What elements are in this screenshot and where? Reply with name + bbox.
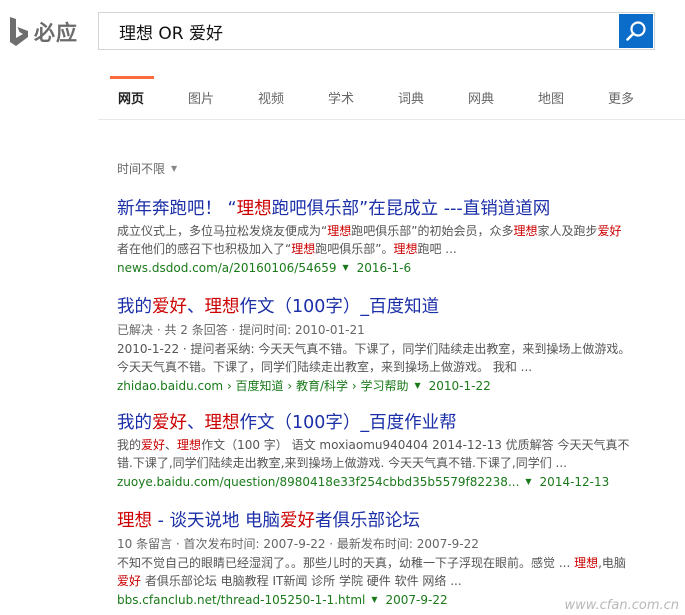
- result-snippet: 成立仪式上，多位马拉松发烧友便成为“理想跑吧俱乐部”的初始会员，众多理想家人及跑…: [117, 222, 637, 258]
- highlighted-keyword: 理想: [574, 556, 599, 570]
- result-title-link[interactable]: 我的爱好、理想作文（100字）_百度作业帮: [117, 412, 637, 434]
- text-segment: 我的: [117, 413, 152, 433]
- result-url[interactable]: bbs.cfanclub.net/thread-105250-1-1.html: [117, 592, 365, 608]
- highlighted-keyword: 爱好: [152, 413, 187, 433]
- time-filter-dropdown[interactable]: 时间不限 ▼: [117, 160, 177, 177]
- text-segment: 我的: [117, 438, 142, 452]
- bing-logo[interactable]: 必应: [8, 12, 78, 52]
- text-segment: 跑吧俱乐部”在昆成立 ---直销道道网: [271, 199, 551, 219]
- result-url[interactable]: zuoye.baidu.com/question/8980418e33f254c…: [117, 474, 519, 490]
- highlighted-keyword: 爱好: [141, 438, 166, 452]
- tab-web[interactable]: 网页: [118, 88, 144, 107]
- result-title-link[interactable]: 我的爱好、理想作文（100字）_百度知道: [117, 296, 637, 318]
- text-segment: - 谈天说地 电脑: [152, 511, 281, 531]
- bing-b-icon: [10, 17, 28, 46]
- highlighted-keyword: 理想: [177, 438, 202, 452]
- result-url[interactable]: zhidao.baidu.com › 百度知道 › 教育/科学 › 学习帮助: [117, 378, 408, 394]
- tab-more[interactable]: 更多: [608, 88, 634, 107]
- highlighted-keyword: 理想: [117, 511, 152, 531]
- tab-videos[interactable]: 视频: [258, 88, 284, 107]
- caret-down-icon: ▼: [171, 164, 178, 173]
- text-segment: 作文（100字）_百度知道: [239, 297, 440, 317]
- result-url-line: news.dsdod.com/a/20160106/54659 ▼ 2016-1…: [117, 260, 637, 276]
- search-result: 理想 - 谈天说地 电脑爱好者俱乐部论坛 10 条留言 · 首次发布时间: 20…: [117, 510, 637, 608]
- result-snippet: 我的爱好、理想作文（100 字） 语文 moxiaomu940404 2014-…: [117, 436, 637, 472]
- text-segment: 、: [187, 297, 205, 317]
- text-segment: 作文（100字）_百度作业帮: [239, 413, 457, 433]
- text-segment: 新年奔跑吧！ “: [117, 199, 237, 219]
- result-date: 2010-1-22: [428, 379, 491, 393]
- time-filter-label: 时间不限: [117, 162, 166, 176]
- text-segment: 、: [165, 438, 178, 452]
- search-box: [98, 12, 655, 50]
- result-snippet: 不知不觉自己的眼睛已经湿润了。。那些儿时的天真，幼稚一下子浮现在眼前。感觉 ..…: [117, 554, 637, 590]
- text-segment: 者在他们的感召下也积极加入了“: [117, 242, 292, 256]
- tabs-divider: [98, 119, 685, 120]
- search-result: 新年奔跑吧！ “理想跑吧俱乐部”在昆成立 ---直销道道网 成立仪式上，多位马拉…: [117, 198, 637, 276]
- result-title-link[interactable]: 新年奔跑吧！ “理想跑吧俱乐部”在昆成立 ---直销道道网: [117, 198, 637, 220]
- highlighted-keyword: 爱好: [597, 224, 622, 238]
- caret-down-icon[interactable]: ▼: [414, 378, 420, 394]
- text-segment: 者俱乐部论坛: [315, 511, 421, 531]
- result-title-link[interactable]: 理想 - 谈天说地 电脑爱好者俱乐部论坛: [117, 510, 637, 532]
- caret-down-icon[interactable]: ▼: [371, 592, 377, 608]
- text-segment: 跑吧俱乐部”的初始会员，众多: [351, 224, 514, 238]
- highlighted-keyword: 爱好: [280, 511, 316, 531]
- result-meta: 已解决 · 共 2 条回答 · 提问时间: 2010-01-21: [117, 323, 365, 337]
- search-result: 我的爱好、理想作文（100字）_百度知道 已解决 · 共 2 条回答 · 提问时…: [117, 296, 637, 394]
- result-date: 2016-1-6: [356, 261, 412, 275]
- result-url-line: zhidao.baidu.com › 百度知道 › 教育/科学 › 学习帮助 ▼…: [117, 378, 637, 394]
- result-url[interactable]: news.dsdod.com/a/20160106/54659: [117, 260, 337, 276]
- result-url-line: bbs.cfanclub.net/thread-105250-1-1.html …: [117, 592, 637, 608]
- text-segment: 我的: [117, 297, 152, 317]
- text-segment: 跑吧俱乐部”。: [315, 242, 394, 256]
- site-watermark: www.cfan.com.cn: [564, 598, 679, 613]
- caret-down-icon[interactable]: ▼: [525, 474, 531, 490]
- highlighted-keyword: 爱好: [117, 574, 142, 588]
- tab-maps[interactable]: 地图: [538, 88, 564, 107]
- brand-name: 必应: [34, 21, 78, 45]
- text-segment: 2010-1-22 · 提问者采纳: 今天天气真不错。下课了，同学们陆续走出教室…: [117, 342, 631, 374]
- text-segment: 不知不觉自己的眼睛已经湿润了。。那些儿时的天真，幼稚一下子浮现在眼前。感觉 ..…: [117, 556, 575, 570]
- highlighted-keyword: 理想: [513, 224, 538, 238]
- result-meta: 10 条留言 · 首次发布时间: 2007-9-22 · 最新发布时间: 200…: [117, 537, 479, 551]
- tab-dictionary[interactable]: 词典: [398, 88, 424, 107]
- highlighted-keyword: 理想: [291, 242, 316, 256]
- result-date: 2014-12-13: [539, 475, 610, 489]
- highlighted-keyword: 理想: [393, 242, 418, 256]
- text-segment: 跑吧 ...: [417, 242, 457, 256]
- highlighted-keyword: 理想: [204, 297, 240, 317]
- text-segment: 成立仪式上，多位马拉松发烧友便成为“: [117, 224, 328, 238]
- search-result: 我的爱好、理想作文（100字）_百度作业帮 我的爱好、理想作文（100 字） 语…: [117, 412, 637, 490]
- text-segment: 、: [187, 413, 205, 433]
- text-segment: ,电脑: [598, 556, 626, 570]
- highlighted-keyword: 理想: [204, 413, 240, 433]
- highlighted-keyword: 理想: [236, 199, 272, 219]
- text-segment: 家人及跑步: [537, 224, 598, 238]
- search-icon: [626, 21, 646, 41]
- tab-wangdian[interactable]: 网典: [468, 88, 494, 107]
- tab-academic[interactable]: 学术: [328, 88, 354, 107]
- text-segment: 者俱乐部论坛 电脑教程 IT新闻 诊所 学院 硬件 软件 网络 ...: [141, 574, 462, 588]
- caret-down-icon[interactable]: ▼: [343, 260, 349, 276]
- result-url-line: zuoye.baidu.com/question/8980418e33f254c…: [117, 474, 637, 490]
- highlighted-keyword: 爱好: [152, 297, 187, 317]
- active-tab-indicator: [110, 76, 154, 79]
- search-button[interactable]: [619, 14, 653, 48]
- search-input[interactable]: [99, 13, 617, 49]
- tab-images[interactable]: 图片: [188, 88, 214, 107]
- result-snippet: 2010-1-22 · 提问者采纳: 今天天气真不错。下课了，同学们陆续走出教室…: [117, 340, 637, 376]
- highlighted-keyword: 理想: [327, 224, 352, 238]
- result-date: 2007-9-22: [385, 593, 448, 607]
